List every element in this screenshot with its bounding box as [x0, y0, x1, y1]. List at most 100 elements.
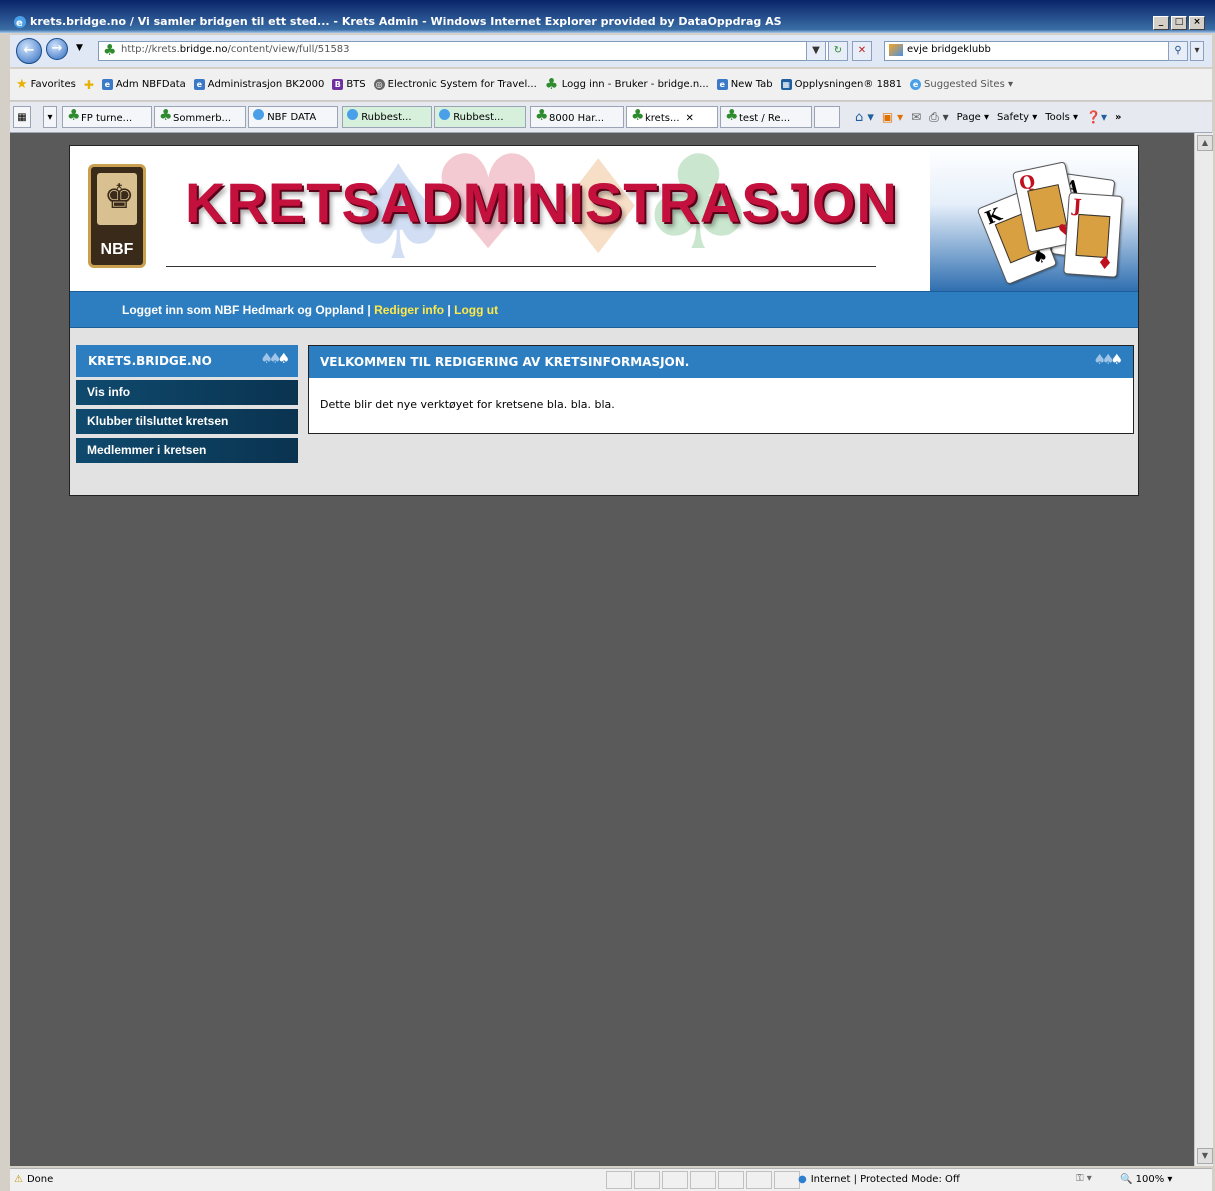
tab-rubbest-2[interactable]: Rubbest...	[434, 106, 526, 128]
nbf-logo[interactable]: NBF	[88, 164, 146, 268]
edit-info-link[interactable]: Rediger info	[374, 303, 444, 317]
separator: |	[447, 303, 451, 317]
calendar-icon: ▦	[780, 79, 792, 90]
main-heading: VELKOMMEN TIL REDIGERING AV KRETSINFORMA…	[320, 355, 690, 369]
ie-page-icon: e	[716, 79, 728, 90]
forward-button[interactable]: →	[46, 38, 68, 60]
header-divider	[166, 266, 876, 267]
sidebar-item-medlemmer[interactable]: Medlemmer i kretsen	[76, 438, 298, 463]
king-card-icon	[97, 173, 137, 225]
ie-page-icon: e	[101, 79, 113, 90]
separator: |	[367, 303, 371, 317]
status-segments	[606, 1171, 802, 1189]
print-icon[interactable]: ⎙ ▾	[929, 110, 948, 125]
scroll-down-icon[interactable]: ▼	[1197, 1148, 1213, 1164]
card-jack-diamonds: J ♦	[1063, 192, 1123, 278]
home-icon[interactable]: ⌂ ▾	[855, 110, 874, 125]
ie-icon: e	[910, 79, 922, 90]
vertical-scrollbar[interactable]: ▲ ▼	[1194, 133, 1213, 1166]
sidebar-item-vis-info[interactable]: Vis info	[76, 380, 298, 405]
security-zone[interactable]: Internet | Protected Mode: Off	[798, 1174, 960, 1185]
help-icon[interactable]: ❓▾	[1086, 110, 1107, 124]
command-bar: ⌂ ▾ ▣ ▾ ✉ ⎙ ▾ Page ▾ Safety ▾ Tools ▾ ❓▾…	[855, 102, 1122, 132]
club-icon	[159, 107, 173, 126]
fav-item-new-tab[interactable]: e New Tab	[716, 79, 773, 90]
stop-icon[interactable]: ✕	[852, 41, 872, 61]
spade-decoration-icon: ♠♠♠	[1093, 352, 1122, 368]
feeds-icon[interactable]: ▣ ▾	[882, 110, 903, 124]
minimize-button[interactable]: _	[1153, 16, 1169, 30]
scroll-up-icon[interactable]: ▲	[1197, 135, 1213, 151]
protected-mode-icon[interactable]: ⚿ ▾	[1076, 1173, 1092, 1184]
tab-close-icon[interactable]: ✕	[686, 113, 694, 124]
fav-item-bts[interactable]: B BTS	[332, 79, 366, 90]
ie-icon: e	[13, 15, 27, 29]
search-icon[interactable]: ⚲	[1168, 41, 1188, 61]
tab-nbf-data[interactable]: NBF DATA	[248, 106, 338, 128]
tab-fp-turne[interactable]: FP turne...	[62, 106, 152, 128]
address-url: http://krets.bridge.no/content/view/full…	[121, 44, 350, 55]
ie-page-icon: e	[193, 79, 205, 90]
tools-menu[interactable]: Tools ▾	[1045, 112, 1078, 123]
club-icon	[535, 107, 549, 126]
site-page: ♠ ♥ ♦ ♣ NBF KRETSADMINISTRASJON A♣ K♠ Q♥…	[69, 145, 1139, 496]
zoom-control[interactable]: 🔍 100% ▾	[1120, 1174, 1172, 1185]
quick-tabs-icon[interactable]: ▦	[13, 106, 31, 128]
new-tab-button[interactable]	[814, 106, 840, 128]
favorites-label: Favorites	[30, 79, 76, 90]
add-favorites-icon[interactable]: ✚	[84, 78, 94, 92]
club-icon	[545, 75, 559, 93]
club-icon	[67, 107, 81, 126]
address-bar[interactable]: http://krets.bridge.no/content/view/full…	[98, 41, 830, 61]
fav-item-logg-inn[interactable]: Logg inn - Bruker - bridge.n...	[545, 75, 709, 93]
ie-icon	[439, 109, 450, 120]
star-icon: ★	[16, 77, 28, 92]
maximize-button[interactable]: □	[1171, 16, 1187, 30]
favorites-button[interactable]: ★ Favorites	[16, 77, 76, 92]
page-menu[interactable]: Page ▾	[957, 112, 989, 123]
back-button[interactable]: ←	[16, 38, 42, 64]
fav-item-adm-nbfdata[interactable]: e Adm NBFData	[101, 79, 186, 90]
site-navbar: Logget inn som NBF Hedmark og Oppland | …	[70, 291, 1138, 328]
safety-menu[interactable]: Safety ▾	[997, 112, 1037, 123]
bts-icon: B	[332, 79, 344, 90]
tab-krets-active[interactable]: krets...✕	[626, 106, 718, 128]
main-panel: VELKOMMEN TIL REDIGERING AV KRETSINFORMA…	[308, 345, 1134, 434]
club-favicon-icon	[103, 41, 117, 59]
sidebar-heading-text: KRETS.BRIDGE.NO	[88, 354, 212, 368]
fav-item-opplysningen[interactable]: ▦ Opplysningen® 1881	[780, 79, 902, 90]
window-title: krets.bridge.no / Vi samler bridgen til …	[30, 15, 782, 28]
site-header: ♠ ♥ ♦ ♣ NBF KRETSADMINISTRASJON A♣ K♠ Q♥…	[70, 146, 1138, 291]
logged-in-text: Logget inn som NBF Hedmark og Oppland	[122, 303, 365, 317]
spade-decoration-icon: ♠♠♠	[260, 351, 289, 367]
chevron-more-icon[interactable]: »	[1115, 112, 1121, 123]
fav-item-electronic-system[interactable]: ◎ Electronic System for Travel...	[373, 79, 537, 90]
main-body-text: Dette blir det nye verktøyet for kretsen…	[320, 398, 615, 411]
fav-item-suggested-sites[interactable]: e Suggested Sites ▾	[910, 79, 1013, 90]
favorites-bar: ★ Favorites ✚ e Adm NBFData e Administrasjo…	[10, 69, 1212, 101]
tab-test-re[interactable]: test / Re...	[720, 106, 812, 128]
live-search-icon	[889, 44, 903, 56]
fav-item-administrasjon[interactable]: e Administrasjon BK2000	[193, 79, 324, 90]
club-icon	[631, 107, 645, 126]
club-icon	[725, 107, 739, 126]
history-dropdown-icon[interactable]: ▼	[76, 43, 83, 53]
seal-icon: ◎	[373, 79, 385, 90]
tab-list-icon[interactable]: ▾	[43, 106, 57, 128]
sidebar-heading: KRETS.BRIDGE.NO ♠♠♠	[76, 345, 298, 377]
logout-link[interactable]: Logg ut	[454, 303, 498, 317]
main-heading-bar: VELKOMMEN TIL REDIGERING AV KRETSINFORMA…	[309, 346, 1133, 378]
tab-8000-har[interactable]: 8000 Har...	[530, 106, 624, 128]
svg-text:e: e	[16, 18, 23, 29]
close-button[interactable]: ×	[1189, 16, 1205, 30]
mail-icon[interactable]: ✉	[911, 110, 921, 124]
search-input[interactable]: evje bridgeklubb	[884, 41, 1176, 61]
sidebar-item-klubber[interactable]: Klubber tilsluttet kretsen	[76, 409, 298, 434]
address-dropdown-icon[interactable]: ▼	[806, 41, 826, 61]
tab-rubbest-1[interactable]: Rubbest...	[342, 106, 432, 128]
search-value: evje bridgeklubb	[907, 44, 991, 55]
search-options-icon[interactable]: ▾	[1190, 41, 1204, 61]
status-bar: Done Internet | Protected Mode: Off ⚿ ▾ …	[10, 1168, 1212, 1191]
refresh-icon[interactable]: ↻	[828, 41, 848, 61]
tab-sommerb[interactable]: Sommerb...	[154, 106, 246, 128]
